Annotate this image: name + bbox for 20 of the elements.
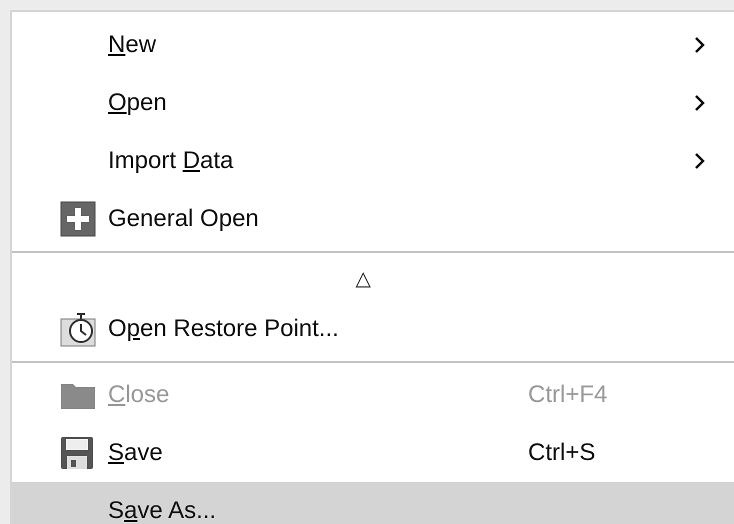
menu-item-label: New: [108, 31, 158, 59]
menu-item-label: Close: [108, 381, 170, 409]
menu-item[interactable]: Save Ctrl+S: [12, 424, 734, 482]
menu-item[interactable]: General Open: [12, 190, 734, 248]
menu-item[interactable]: New: [12, 16, 734, 74]
menu-item-label: General Open: [108, 205, 260, 233]
menu-item-label: Import Data: [108, 147, 234, 175]
plus-icon: [60, 201, 96, 237]
clock-icon: [60, 311, 96, 347]
menu-item[interactable]: Save As...: [12, 482, 734, 524]
menu-item-label: Save: [108, 439, 164, 467]
scroll-up-arrow[interactable]: △: [356, 266, 370, 290]
menu-item-label: Open Restore Point...: [108, 315, 340, 343]
menu-item-label: Save As...: [108, 497, 218, 524]
shortcut-text: Ctrl+S: [528, 439, 596, 467]
menu-item[interactable]: Open: [12, 74, 734, 132]
menu-item[interactable]: Import Data: [12, 132, 734, 190]
menu-item[interactable]: Open Restore Point...: [12, 300, 734, 358]
shortcut-text: Ctrl+F4: [528, 381, 608, 409]
menu-item-label: Open: [108, 89, 168, 117]
